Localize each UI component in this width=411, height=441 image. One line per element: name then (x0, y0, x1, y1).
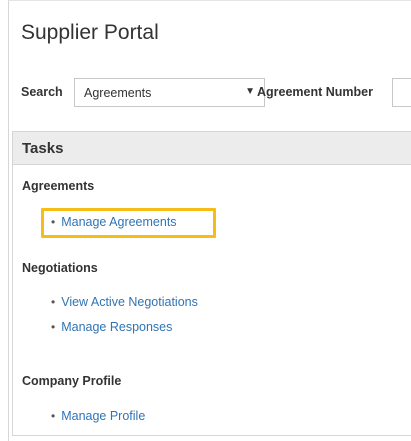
agreement-number-input[interactable] (392, 78, 411, 107)
page-title: Supplier Portal (21, 21, 159, 44)
tasks-panel-title: Tasks (22, 140, 64, 157)
manage-profile-link[interactable]: • Manage Profile (51, 409, 145, 423)
view-active-negotiations-label: View Active Negotiations (61, 295, 198, 309)
bullet-icon: • (51, 295, 56, 309)
section-title-company-profile: Company Profile (22, 374, 122, 388)
tasks-panel: Tasks Agreements • Manage Agreements Nego… (12, 131, 411, 436)
search-type-value: Agreements (84, 86, 152, 100)
bullet-icon: • (51, 320, 56, 334)
bullet-icon: • (51, 409, 56, 423)
highlight-box (41, 208, 216, 238)
search-label: Search (21, 85, 63, 99)
search-bar: Search Agreements ▼ Agreement Number (21, 78, 411, 108)
manage-profile-label: Manage Profile (61, 409, 146, 423)
caret-down-icon: ▼ (245, 86, 255, 97)
search-type-select[interactable]: Agreements ▼ (74, 78, 265, 107)
section-title-agreements: Agreements (22, 179, 95, 193)
tasks-panel-header: Tasks (13, 132, 411, 165)
manage-responses-label: Manage Responses (61, 320, 173, 334)
manage-responses-link[interactable]: • Manage Responses (51, 320, 172, 334)
view-active-negotiations-link[interactable]: • View Active Negotiations (51, 295, 198, 309)
agreement-number-label: Agreement Number (257, 85, 373, 99)
section-title-negotiations: Negotiations (22, 261, 98, 275)
